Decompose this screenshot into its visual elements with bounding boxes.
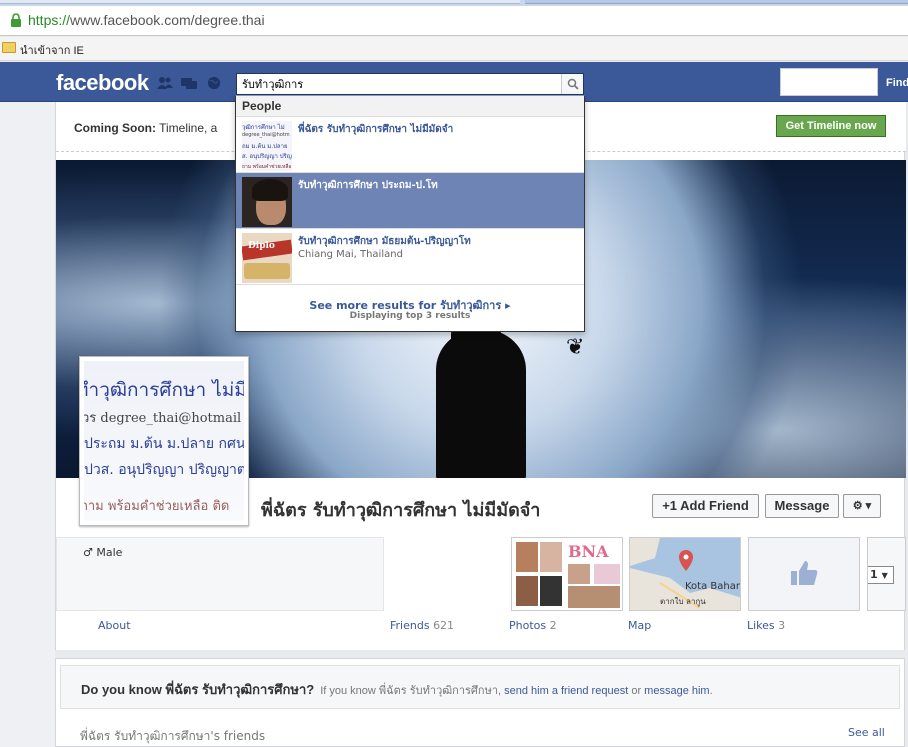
send-friend-request-link[interactable]: send him a friend request — [504, 685, 628, 697]
find-friends-link[interactable]: Find — [886, 77, 908, 89]
avatar-text-line: ทำวุฒิการศึกษา ไม่มี — [84, 379, 244, 401]
add-friend-button[interactable]: +1 Add Friend — [652, 494, 759, 518]
url-text[interactable]: https://www.facebook.com/degree.thai — [28, 12, 265, 28]
notifications-globe-icon[interactable] — [206, 76, 222, 90]
search-icon — [567, 78, 579, 90]
search-result-item-highlighted[interactable]: รับทำวุฒิการศึกษา ประถม-ป.โท — [236, 173, 584, 229]
get-timeline-button[interactable]: Get Timeline now — [776, 115, 886, 137]
result-thumbnail — [242, 177, 292, 227]
avatar-text-line: วร degree_thai@hotmail — [84, 411, 242, 426]
avatar-text-line: ถาม พร้อมคำช่วยเหลือ ติด — [84, 499, 230, 514]
do-you-know-text: Do you know พี่ฉัตร รับทำวุฒิการศึกษา? If… — [81, 682, 713, 697]
facebook-logo[interactable]: facebook — [56, 70, 149, 96]
settings-gear-button[interactable]: ⚙ ▾ — [843, 494, 881, 518]
result-location: Chiang Mai, Thailand — [298, 249, 403, 260]
likes-tile[interactable] — [748, 537, 860, 611]
map-link[interactable]: Map — [628, 619, 651, 632]
see-more-results[interactable]: See more results for รับทำวุฒิการ ▸ Disp… — [236, 289, 584, 331]
search-button[interactable] — [561, 74, 583, 94]
friends-link[interactable]: Friends 621 — [390, 619, 454, 632]
url-scheme: https:// — [28, 12, 71, 28]
bookmark-import-ie[interactable]: นำเข้าจาก IE — [20, 41, 84, 59]
do-you-know-bar: Do you know พี่ฉัตร รับทำวุฒิการศึกษา? If… — [60, 665, 900, 709]
cover-figure — [436, 330, 526, 478]
thumbs-up-icon — [791, 561, 818, 585]
address-bar[interactable]: https://www.facebook.com/degree.thai — [0, 6, 908, 36]
about-link[interactable]: About — [98, 619, 131, 632]
see-all-link[interactable]: See all — [848, 726, 885, 739]
photos-tile[interactable]: BNA — [511, 537, 623, 611]
search-results-dropdown: People วุฒิการศึกษา ไม่ degree_thai@hotm… — [235, 95, 585, 332]
browser-tab-active[interactable] — [0, 0, 520, 4]
url-host-path: www.facebook.com/degree.thai — [70, 12, 265, 28]
displaying-count: Displaying top 3 results — [349, 311, 471, 321]
result-name: รับทำวุฒิการศึกษา ประถม-ป.โท — [298, 180, 438, 191]
avatar-text-line: ประถม ม.ต้น ม.ปลาย กศน — [84, 436, 244, 452]
search-box — [236, 73, 584, 95]
profile-picture[interactable]: ทำวุฒิการศึกษา ไม่มี วร degree_thai@hotm… — [79, 356, 249, 526]
result-name: พี่ฉัตร รับทำวุฒิการศึกษา ไม่มีมัดจำ — [298, 124, 454, 135]
do-you-know-section: Do you know พี่ฉัตร รับทำวุฒิการศึกษา? If… — [55, 658, 905, 747]
search-input[interactable] — [237, 74, 561, 94]
folder-icon — [2, 42, 16, 53]
more-tiles-box: 1 ▼ — [867, 537, 906, 611]
friend-requests-icon[interactable] — [157, 76, 173, 90]
photos-link[interactable]: Photos 2 — [509, 619, 557, 632]
butterfly-icon: ❦ — [566, 335, 585, 360]
find-friends-input[interactable] — [780, 68, 878, 96]
result-thumbnail: วุฒิการศึกษา ไม่ degree_thai@hotm ถม ม.ต… — [242, 121, 292, 171]
map-label-lagoon: ตากใบ ลากูน — [660, 597, 706, 606]
left-gutter — [0, 102, 55, 747]
map-label-kota-bahar: Kota Bahar — [685, 581, 740, 592]
profile-name: พี่ฉัตร รับทำวุฒิการศึกษา ไม่มีมัดจำ — [261, 500, 541, 521]
tile-count-select[interactable]: 1 ▼ — [868, 566, 894, 584]
lock-icon — [11, 13, 21, 27]
map-pin-icon — [679, 550, 693, 571]
photo-tile-brand: BNA — [568, 542, 609, 561]
dropdown-header-people: People — [236, 96, 584, 117]
friends-heading: พี่ฉัตร รับทำวุฒิการศึกษา's friends — [80, 729, 266, 743]
message-him-link[interactable]: message him — [644, 685, 709, 697]
result-name: รับทำวุฒิการศึกษา มัธยมต้น-ปริญญาโท — [298, 236, 471, 247]
message-button[interactable]: Message — [765, 494, 839, 518]
info-box: ♂ Male — [56, 537, 384, 611]
result-thumbnail: Diplo — [242, 233, 292, 283]
messages-icon[interactable] — [181, 76, 197, 90]
avatar-text-line: ปวส. อนุปริญญา ปริญญาต — [84, 462, 244, 478]
map-tile[interactable]: Kota Bahar ตากใบ ลากูน — [629, 537, 741, 611]
timeline-notice-text: Coming Soon: Timeline, a — [74, 121, 218, 135]
gender-male: ♂ Male — [83, 546, 123, 559]
likes-link[interactable]: Likes 3 — [747, 619, 785, 632]
browser-tab[interactable] — [525, 0, 908, 4]
search-result-item[interactable]: Diplo รับทำวุฒิการศึกษา มัธยมต้น-ปริญญาโ… — [236, 229, 584, 285]
bookmarks-bar: นำเข้าจาก IE — [0, 37, 908, 61]
search-result-item[interactable]: วุฒิการศึกษา ไม่ degree_thai@hotm ถม ม.ต… — [236, 117, 584, 173]
